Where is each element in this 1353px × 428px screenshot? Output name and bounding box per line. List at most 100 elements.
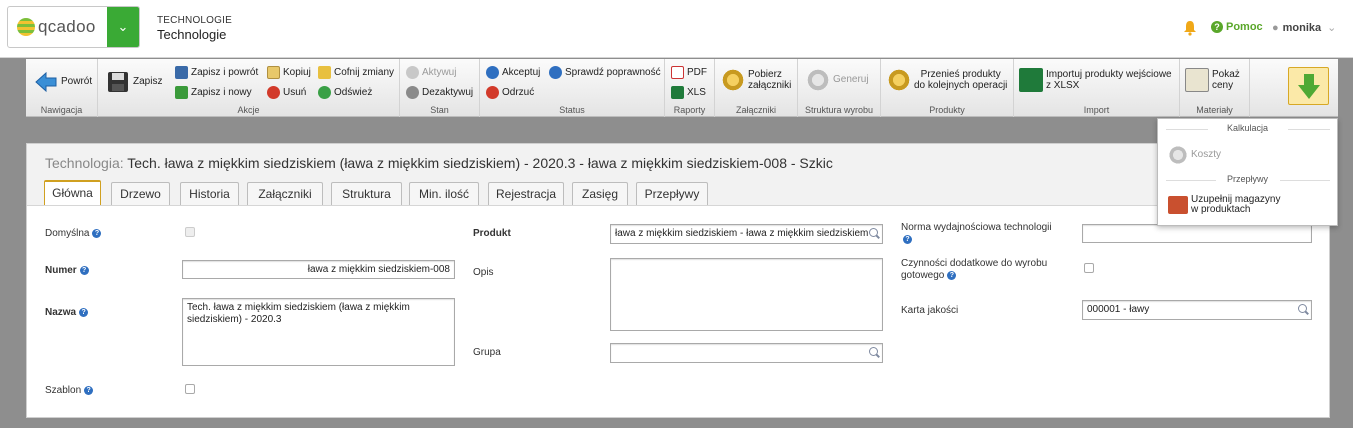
save-new-label: Zapisz i nowy: [191, 86, 252, 98]
tab-min-quantity[interactable]: Min. ilość: [409, 182, 479, 205]
undo-changes-button[interactable]: Cofnij zmiany: [318, 66, 394, 79]
gears-icon: [721, 68, 745, 92]
back-label: Powrót: [61, 76, 93, 87]
name-label: Nazwa?: [45, 307, 89, 318]
tab-attachments[interactable]: Załączniki: [247, 182, 323, 205]
save-back-label: Zapisz i powrót: [191, 66, 259, 78]
floppy-disk-icon: [108, 72, 128, 92]
pdf-label: PDF: [687, 66, 707, 78]
costs-menu-item[interactable]: Koszty: [1168, 145, 1221, 165]
show-prices-button[interactable]: Pokaż ceny: [1185, 68, 1240, 92]
tab-tree[interactable]: Drzewo: [111, 182, 170, 205]
arrow-left-icon: [35, 71, 57, 93]
product-value: ława z miękkim siedziskiem - ława z mięk…: [615, 228, 869, 239]
accept-button[interactable]: Akceptuj: [486, 66, 540, 79]
xls-report-button[interactable]: XLS: [671, 86, 706, 99]
refresh-button[interactable]: Odśwież: [318, 86, 372, 99]
default-checkbox[interactable]: [185, 227, 195, 237]
ribbon-group-reports: PDF XLS Raporty: [665, 59, 715, 117]
deactivate-button[interactable]: Dezaktywuj: [406, 86, 473, 99]
default-label-text: Domyślna: [45, 228, 90, 239]
save-and-back-button[interactable]: Zapisz i powrót: [175, 66, 258, 79]
arrow-down-icon-head: [1298, 85, 1320, 99]
tab-history[interactable]: Historia: [180, 182, 239, 205]
copy-label: Kopiuj: [283, 66, 311, 78]
check-label: Sprawdź poprawność: [565, 66, 661, 78]
info-icon[interactable]: ?: [92, 229, 102, 238]
ribbon-group-import: Importuj produkty wejściowe z XLSX Import: [1014, 59, 1180, 117]
copy-button[interactable]: Kopiuj: [267, 66, 311, 79]
user-menu[interactable]: ● monika ⌄: [1272, 21, 1336, 34]
ribbon-group-structure: Generuj Struktura wyrobu: [798, 59, 881, 117]
title-prefix: Technologia:: [45, 155, 124, 171]
import-label-2: z XLSX: [1046, 79, 1080, 91]
number-field[interactable]: ława z miękkim siedziskiem-008: [182, 260, 455, 279]
tab-flows[interactable]: Przepływy: [636, 182, 708, 205]
info-icon[interactable]: ?: [903, 235, 912, 244]
deactivate-label: Dezaktywuj: [422, 86, 474, 98]
gears-icon: [887, 68, 911, 92]
download-attachments-button[interactable]: Pobierz załączniki: [721, 68, 791, 92]
help-label: Pomoc: [1226, 21, 1263, 33]
tab-range[interactable]: Zasięg: [572, 182, 628, 205]
tab-registration[interactable]: Rejestracja: [488, 182, 564, 205]
breadcrumb-category: TECHNOLOGIE: [157, 15, 232, 26]
extra-operations-checkbox[interactable]: [1084, 263, 1094, 273]
search-icon[interactable]: [869, 228, 878, 237]
import-products-button[interactable]: Importuj produkty wejściowe z XLSX: [1019, 68, 1172, 92]
group-label: Struktura wyrobu: [804, 105, 874, 115]
group-label: Grupa: [473, 347, 501, 358]
activate-button[interactable]: Aktywuj: [406, 66, 456, 79]
pdf-report-button[interactable]: PDF: [671, 66, 707, 79]
back-button[interactable]: Powrót: [34, 70, 92, 94]
app-logo[interactable]: qcadoo ⌄: [7, 6, 140, 48]
download-attachments-label-1: Pobierz: [748, 68, 782, 80]
logo-icon: [17, 18, 35, 36]
save-new-icon: [175, 86, 188, 99]
more-actions-button[interactable]: [1288, 67, 1329, 105]
save-and-new-button[interactable]: Zapisz i nowy: [175, 86, 252, 99]
quality-card-value: 000001 - ławy: [1087, 304, 1150, 315]
bell-icon[interactable]: [1183, 20, 1197, 36]
move-products-button[interactable]: Przenieś produkty do kolejnych operacji: [887, 68, 1007, 92]
tab-structure[interactable]: Struktura: [331, 182, 402, 205]
title-text: Tech. ława z miękkim siedziskiem (ława z…: [127, 155, 833, 171]
group-label: Raporty: [673, 105, 706, 115]
menu-chevron-down-icon[interactable]: ⌄: [107, 7, 139, 47]
check-icon: [549, 66, 562, 79]
ribbon-group-attachments: Pobierz załączniki Załączniki: [715, 59, 798, 117]
product-lookup-field[interactable]: ława z miękkim siedziskiem - ława z mięk…: [610, 224, 883, 244]
page-title: Technologia: Tech. ława z miękkim siedzi…: [45, 155, 833, 171]
group-label: Nawigacja: [40, 105, 83, 115]
info-icon[interactable]: ?: [79, 308, 89, 317]
tab-main[interactable]: Główna: [44, 180, 101, 205]
fill-warehouses-menu-item[interactable]: Uzupełnij magazyny w produktach: [1168, 195, 1281, 215]
info-icon[interactable]: ?: [79, 266, 89, 275]
norm-label: Norma wydajnościowa technologii?: [901, 222, 1052, 246]
group-lookup-field[interactable]: [610, 343, 883, 363]
ribbon-group-state: Aktywuj Dezaktywuj Stan: [400, 59, 480, 117]
info-icon[interactable]: ?: [84, 386, 94, 395]
quality-card-lookup-field[interactable]: 000001 - ławy: [1082, 300, 1312, 320]
more-actions-dropdown: Kalkulacja Koszty Przepływy Uzupełnij ma…: [1157, 118, 1338, 226]
description-textarea[interactable]: [610, 258, 883, 331]
name-label-text: Nazwa: [45, 307, 77, 318]
ribbon-group-actions: Zapisz Zapisz i powrót Zapisz i nowy Kop…: [98, 59, 400, 117]
section-calculation: Kalkulacja: [1226, 123, 1269, 133]
name-textarea[interactable]: Tech. ława z miękkim siedziskiem (ława z…: [182, 298, 455, 366]
delete-button[interactable]: Usuń: [267, 86, 306, 99]
check-validity-button[interactable]: Sprawdź poprawność: [549, 66, 661, 79]
reject-button[interactable]: Odrzuć: [486, 86, 534, 99]
help-link[interactable]: ? Pomoc: [1211, 21, 1263, 33]
search-icon[interactable]: [1298, 304, 1307, 313]
template-label: Szablon?: [45, 385, 94, 396]
template-checkbox[interactable]: [185, 384, 195, 394]
ribbon-group-materials: Pokaż ceny Materiały: [1180, 59, 1250, 117]
group-label: Akcje: [237, 105, 260, 115]
info-icon[interactable]: ?: [947, 271, 957, 280]
norm-field[interactable]: [1082, 224, 1312, 243]
generate-button[interactable]: Generuj: [806, 68, 869, 92]
search-icon[interactable]: [869, 347, 878, 356]
ribbon-group-navigation: Powrót Nawigacja: [26, 59, 98, 117]
save-button[interactable]: Zapisz: [106, 70, 162, 94]
